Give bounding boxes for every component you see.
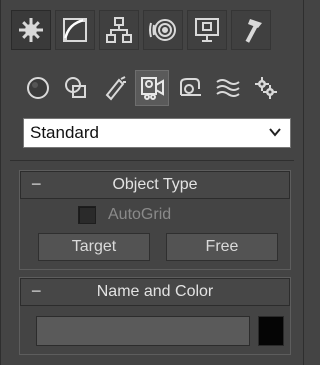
category-lights[interactable] [97,70,131,106]
category-space-warps[interactable] [211,70,245,106]
autogrid-checkbox[interactable] [78,206,96,224]
category-shapes[interactable] [59,70,93,106]
name-and-color-rollout: − Name and Color [19,277,291,355]
object-category-dropdown[interactable]: Standard [23,118,291,148]
create-category-buttons [21,70,283,106]
collapse-icon: − [31,281,42,301]
free-camera-button[interactable]: Free [166,233,278,261]
dropdown-selected-value: Standard [30,123,99,142]
display-icon [195,18,219,42]
tab-create[interactable] [11,10,51,50]
autogrid-option[interactable]: AutoGrid [78,206,171,224]
object-type-rollout: − Object Type AutoGrid Target Free [19,170,291,270]
tab-hierarchy[interactable] [99,10,139,50]
cameras-icon [141,77,164,100]
shapes-icon [65,77,86,98]
geometry-icon [27,77,49,99]
chevron-down-icon [269,128,281,137]
command-panel-tabs [11,10,271,50]
category-cameras[interactable] [135,70,169,106]
collapse-icon: − [31,174,42,194]
tab-motion[interactable] [143,10,183,50]
tab-utilities[interactable] [231,10,271,50]
object-color-swatch[interactable] [258,316,284,346]
name-and-color-rollout-header[interactable]: − Name and Color [20,278,290,306]
helpers-icon [180,78,201,96]
category-geometry[interactable] [21,70,55,106]
modify-icon [63,18,87,42]
motion-icon [149,19,176,41]
rollout-title: Name and Color [96,283,214,300]
object-type-rollout-header[interactable]: − Object Type [20,171,290,199]
systems-icon [255,77,277,99]
category-helpers[interactable] [173,70,207,106]
hierarchy-icon [106,17,132,43]
object-name-field[interactable] [36,316,250,346]
category-systems[interactable] [249,70,283,106]
tab-display[interactable] [187,10,227,50]
utilities-icon [245,19,262,43]
space-warps-icon [216,79,240,97]
create-icon [19,18,43,42]
autogrid-label: AutoGrid [108,206,172,223]
lights-icon [105,76,126,101]
tab-modify[interactable] [55,10,95,50]
rollout-title: Object Type [112,176,198,193]
command-panel: Standard − Object Type AutoGrid Target F… [0,0,304,365]
divider [10,160,294,161]
target-camera-button[interactable]: Target [38,233,150,261]
